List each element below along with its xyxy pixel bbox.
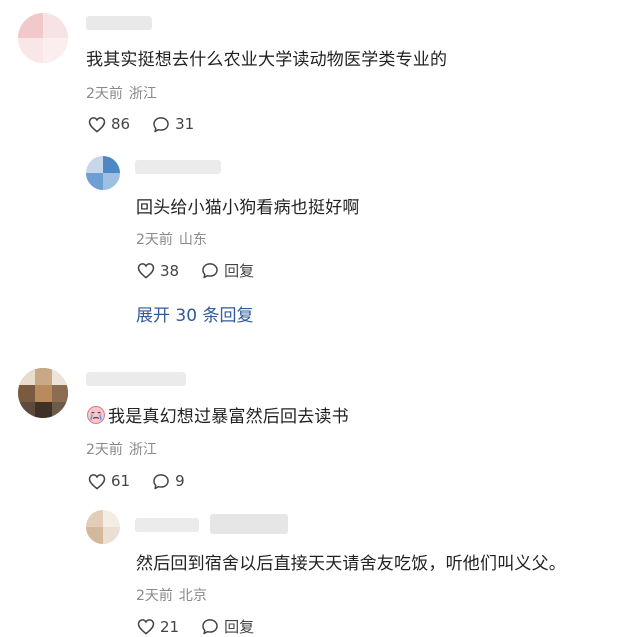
reply-actions: 38 回复 bbox=[137, 260, 276, 281]
like-button[interactable]: 21 bbox=[137, 618, 179, 636]
username-blurred[interactable] bbox=[135, 160, 221, 174]
reply-actions: 21 回复 bbox=[137, 616, 276, 637]
comment-actions: 61 9 bbox=[88, 472, 207, 490]
reply-count-button[interactable]: 9 bbox=[152, 472, 185, 490]
reply-text: 回头给小猫小狗看病也挺好啊 bbox=[136, 198, 360, 218]
heart-outline-icon bbox=[137, 619, 155, 635]
reply-button[interactable]: 回复 bbox=[201, 616, 254, 637]
reply-location: 山东 bbox=[178, 232, 207, 248]
crying-face-emoji bbox=[86, 405, 106, 425]
reply-count: 31 bbox=[175, 115, 195, 133]
avatar[interactable] bbox=[86, 156, 120, 190]
avatar[interactable] bbox=[18, 368, 68, 418]
author-badge-blurred bbox=[210, 514, 288, 534]
reply-text: 然后回到宿舍以后直接天天请舍友吃饭，听他们叫义父。 bbox=[136, 554, 566, 574]
like-count: 38 bbox=[160, 261, 180, 280]
like-button[interactable]: 38 bbox=[137, 262, 179, 280]
reply-label: 回复 bbox=[224, 262, 255, 280]
reply-meta: 2天前 北京 bbox=[136, 585, 207, 605]
comment-text: 我其实挺想去什么农业大学读动物医学类专业的 bbox=[86, 50, 448, 70]
like-count: 61 bbox=[111, 472, 131, 490]
reply-location: 北京 bbox=[178, 588, 207, 604]
comment-location: 浙江 bbox=[128, 442, 157, 458]
avatar[interactable] bbox=[86, 510, 120, 544]
username-blurred[interactable] bbox=[86, 372, 186, 386]
comment-meta: 2天前 浙江 bbox=[86, 83, 157, 103]
comment-text: 我是真幻想过暴富然后回去读书 bbox=[86, 402, 349, 427]
heart-outline-icon bbox=[88, 116, 106, 133]
comment-actions: 86 31 bbox=[88, 115, 216, 133]
like-count: 86 bbox=[111, 115, 131, 133]
heart-outline-icon bbox=[137, 263, 155, 279]
heart-outline-icon bbox=[88, 473, 106, 490]
speech-bubble-icon bbox=[202, 263, 218, 279]
speech-bubble-icon bbox=[153, 473, 169, 489]
like-count: 21 bbox=[160, 617, 180, 636]
like-button[interactable]: 86 bbox=[88, 115, 130, 133]
comment-time: 2天前 bbox=[86, 86, 123, 102]
reply-count: 9 bbox=[175, 472, 185, 490]
username-blurred[interactable] bbox=[135, 518, 199, 532]
comment-location: 浙江 bbox=[128, 86, 157, 102]
reply-time: 2天前 bbox=[136, 232, 173, 248]
reply-button[interactable]: 回复 bbox=[201, 260, 254, 281]
comment-time: 2天前 bbox=[86, 442, 123, 458]
comment-meta: 2天前 浙江 bbox=[86, 439, 157, 459]
reply-time: 2天前 bbox=[136, 588, 173, 604]
expand-replies-link[interactable]: 展开 30 条回复 bbox=[136, 301, 253, 326]
comment-text-content: 我是真幻想过暴富然后回去读书 bbox=[108, 407, 349, 427]
reply-meta: 2天前 山东 bbox=[136, 229, 207, 249]
avatar[interactable] bbox=[18, 13, 68, 63]
username-blurred[interactable] bbox=[86, 16, 152, 30]
reply-count-button[interactable]: 31 bbox=[152, 115, 194, 133]
like-button[interactable]: 61 bbox=[88, 472, 130, 490]
speech-bubble-icon bbox=[202, 619, 218, 635]
speech-bubble-icon bbox=[153, 116, 169, 132]
reply-label: 回复 bbox=[224, 618, 255, 636]
